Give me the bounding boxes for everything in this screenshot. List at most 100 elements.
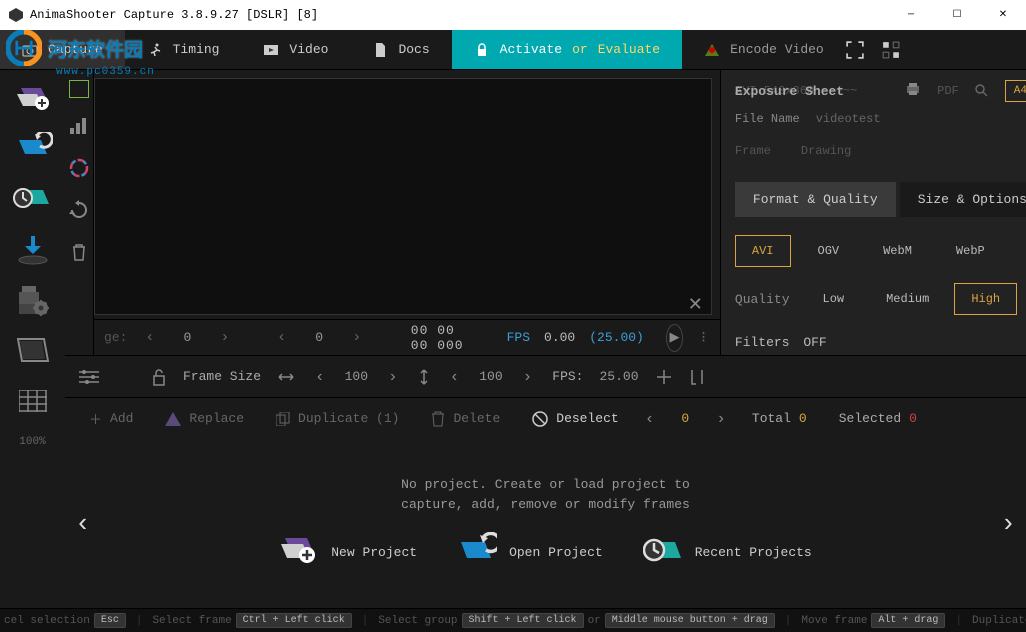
- tab-timing[interactable]: Timing: [125, 30, 242, 69]
- search-icon[interactable]: [975, 84, 989, 98]
- color-wheel-icon[interactable]: [65, 154, 93, 182]
- timeline-prev[interactable]: ‹: [75, 509, 91, 539]
- fps-size-value[interactable]: 25.00: [599, 369, 638, 384]
- rotate-icon[interactable]: [65, 196, 93, 224]
- tab-capture-label: Capture: [48, 42, 103, 57]
- tab-timing-label: Timing: [173, 42, 220, 57]
- action-delete[interactable]: Delete: [421, 411, 510, 427]
- timeline-next[interactable]: ›: [1000, 509, 1016, 539]
- tab-video[interactable]: Video: [241, 30, 350, 69]
- format-webm[interactable]: WebM: [866, 235, 929, 267]
- tab-capture[interactable]: Capture: [0, 30, 125, 69]
- nav-next[interactable]: ›: [712, 410, 730, 428]
- paper-a4[interactable]: A4: [1005, 80, 1026, 102]
- empty-msg-2: capture, add, remove or modify frames: [401, 495, 690, 515]
- next-b-icon[interactable]: ›: [348, 329, 365, 346]
- action-replace[interactable]: Replace: [155, 411, 254, 426]
- camera-icon: [22, 42, 38, 58]
- minimize-button[interactable]: ─: [888, 0, 934, 30]
- pdf-label[interactable]: PDF: [937, 84, 959, 98]
- tab-size-options[interactable]: Size & Options: [900, 182, 1026, 217]
- plus-icon[interactable]: [655, 368, 673, 386]
- frame-width[interactable]: 100: [345, 369, 368, 384]
- play-menu-icon[interactable]: ⁝: [697, 328, 710, 347]
- fullscreen-icon[interactable]: [846, 41, 864, 59]
- prev-b-icon[interactable]: ‹: [273, 329, 290, 346]
- file-name-value[interactable]: videotest: [816, 112, 881, 126]
- quality-low[interactable]: Low: [806, 283, 862, 315]
- deselect-icon: [532, 411, 548, 427]
- play-button[interactable]: ▶: [666, 324, 683, 352]
- new-project-button[interactable]: New Project: [279, 532, 417, 572]
- tool-grid[interactable]: [9, 380, 57, 422]
- video-icon: [263, 42, 279, 58]
- tab-docs[interactable]: Docs: [350, 30, 451, 69]
- window-controls: ─ ☐ ✕: [888, 0, 1026, 30]
- fps-size-label: FPS:: [552, 369, 583, 384]
- open-project-button[interactable]: Open Project: [457, 532, 603, 572]
- replace-icon: [165, 412, 181, 426]
- close-panel-icon[interactable]: ✕: [688, 294, 703, 316]
- recent-projects-button[interactable]: Recent Projects: [643, 532, 812, 572]
- export-panel: AVI 540x360 ~~~~~ Exposure Sheet PDF A4 …: [720, 70, 1026, 355]
- tool-frame[interactable]: [9, 330, 57, 372]
- tool-recent[interactable]: [9, 180, 57, 222]
- hint-select-frame: Select frame: [152, 615, 231, 627]
- delete-icon: [431, 411, 445, 427]
- unlock-icon[interactable]: [151, 368, 167, 386]
- open-project-icon: [457, 532, 497, 572]
- format-ogv[interactable]: OGV: [801, 235, 857, 267]
- recent-projects-icon: [643, 532, 683, 572]
- bracket-icon[interactable]: [689, 368, 705, 386]
- main-tab-bar: Capture Timing Video Docs Activate or Ev…: [0, 30, 1026, 70]
- height-prev[interactable]: ‹: [446, 368, 464, 386]
- maximize-button[interactable]: ☐: [934, 0, 980, 30]
- width-prev[interactable]: ‹: [311, 368, 329, 386]
- col-frame: Frame: [735, 144, 771, 158]
- warning-icon: [704, 42, 720, 58]
- nav-prev[interactable]: ‹: [641, 410, 659, 428]
- key-ctrl-click: Ctrl + Left click: [236, 613, 352, 628]
- framesize-bar: Frame Size ‹ 100 › ‹ 100 › FPS: 25.00: [65, 355, 1026, 397]
- width-next[interactable]: ›: [384, 368, 402, 386]
- frame-height[interactable]: 100: [479, 369, 502, 384]
- range-b: 0: [304, 330, 334, 345]
- tool-settings[interactable]: [9, 280, 57, 322]
- tab-format-quality[interactable]: Format & Quality: [735, 182, 896, 217]
- exposure-sheet-title: Exposure Sheet: [735, 84, 844, 99]
- file-name-label: File Name: [735, 112, 800, 126]
- total-count: Total 0: [742, 411, 817, 426]
- printer-icon[interactable]: [905, 81, 921, 97]
- crop-icon[interactable]: [69, 80, 89, 98]
- action-duplicate[interactable]: Duplicate (1): [266, 411, 409, 426]
- height-next[interactable]: ›: [519, 368, 537, 386]
- evaluate-label: Evaluate: [598, 42, 660, 57]
- tab-activate[interactable]: Activate or Evaluate: [452, 30, 682, 69]
- levels-icon[interactable]: [65, 112, 93, 140]
- tool-new-layer[interactable]: [9, 80, 57, 122]
- docs-icon: [372, 42, 388, 58]
- hint-duplicate: Duplicate: [972, 615, 1026, 627]
- tool-import[interactable]: [9, 230, 57, 272]
- viewport-toolbar: [65, 70, 94, 355]
- tab-encode[interactable]: Encode Video: [682, 30, 846, 69]
- sliders-icon[interactable]: [79, 370, 99, 384]
- prev-a-icon[interactable]: ‹: [141, 329, 158, 346]
- next-a-icon[interactable]: ›: [216, 329, 233, 346]
- close-button[interactable]: ✕: [980, 0, 1026, 30]
- quality-medium[interactable]: Medium: [869, 283, 946, 315]
- action-deselect[interactable]: Deselect: [522, 411, 628, 427]
- fps-value: 0.00: [544, 330, 575, 345]
- timecode-bar: ge: ‹ 0 › ‹ 0 › 00 00 00 000 FPS 0.00 (2…: [94, 319, 720, 355]
- action-add[interactable]: ＋Add: [79, 409, 143, 428]
- tool-open[interactable]: [9, 130, 57, 172]
- fps-default: (25.00): [589, 330, 644, 345]
- format-webp[interactable]: WebP: [939, 235, 1002, 267]
- key-esc: Esc: [94, 613, 126, 628]
- new-project-icon: [279, 532, 319, 572]
- timecode: 00 00 00 000: [411, 323, 473, 353]
- quality-high[interactable]: High: [954, 283, 1017, 315]
- trash-icon[interactable]: [65, 238, 93, 266]
- format-avi[interactable]: AVI: [735, 235, 791, 267]
- grid-icon[interactable]: [882, 41, 900, 59]
